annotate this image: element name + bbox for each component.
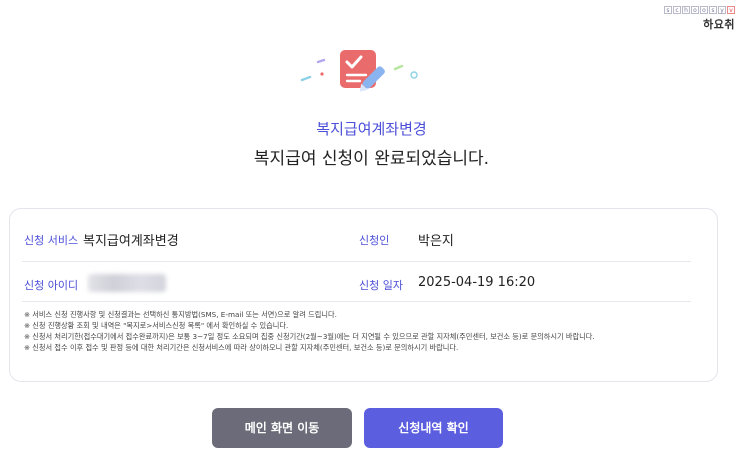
application-info-card: 신청 서비스 복지급여계좌변경 신청인 박은지 신청 아이디 신청 일자 202… — [9, 208, 718, 382]
logo-letter: h — [682, 6, 690, 14]
notice-item: ※ 신청서 처리기한(접수대기에서 접수완료까지)은 보통 3~7일 정도 소요… — [24, 332, 595, 341]
date-value: 2025-04-19 16:20 — [418, 275, 536, 290]
logo-text: 하요취 — [703, 18, 735, 31]
info-row: 신청 서비스 복지급여계좌변경 신청인 박은지 — [10, 217, 717, 261]
applicant-value: 박은지 — [418, 234, 454, 249]
completion-message: 복지급여 신청이 완료되었습니다. — [253, 149, 490, 169]
notice-list: ※ 서비스 신청 진행사항 및 신청결과는 선택하신 통지방법(SMS, E-m… — [24, 309, 707, 353]
date-label: 신청 일자 — [359, 279, 403, 292]
applicant-label: 신청인 — [359, 234, 390, 247]
logo-letter: o — [700, 6, 708, 14]
logo-letter: s — [709, 6, 717, 14]
logo-letter: o — [691, 6, 699, 14]
service-title: 복지급여계좌변경 — [316, 120, 427, 138]
notice-item: ※ 신청서 접수 이후 접수 및 판정 등에 대한 처리기간은 신청서비스에 따… — [24, 343, 459, 352]
notice-item: ※ 서비스 신청 진행사항 및 신청결과는 선택하신 통지방법(SMS, E-m… — [24, 310, 337, 319]
checklist-illustration-icon — [300, 50, 418, 92]
service-label: 신청 서비스 — [24, 234, 79, 247]
user-id-value-redacted — [88, 274, 166, 292]
site-logo[interactable]: s c h o o s y v 하요취 — [664, 6, 735, 32]
check-history-button[interactable]: 신청내역 확인 — [364, 408, 503, 448]
go-main-button[interactable]: 메인 화면 이동 — [212, 408, 352, 448]
logo-letter: s — [664, 6, 672, 14]
notice-item: ※ 신청 진행상황 조회 및 내역은 "복지로>서비스신청 목록" 에서 확인하… — [24, 321, 289, 330]
logo-letter: y — [718, 6, 726, 14]
logo-letter: c — [673, 6, 681, 14]
user-id-label: 신청 아이디 — [24, 279, 79, 292]
logo-letter-strip: s c h o o s y v — [664, 6, 735, 14]
service-value: 복지급여계좌변경 — [83, 234, 179, 249]
logo-letter: v — [727, 6, 735, 14]
info-row: 신청 아이디 신청 일자 2025-04-19 16:20 — [10, 262, 717, 306]
divider — [22, 301, 691, 302]
